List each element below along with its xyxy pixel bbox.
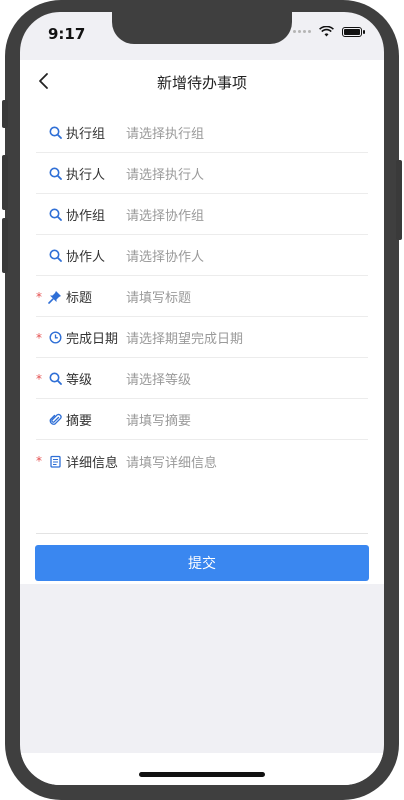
clock-icon xyxy=(48,331,62,345)
status-time: 9:17 xyxy=(48,25,86,43)
mute-switch xyxy=(2,100,8,128)
required-mark: * xyxy=(36,454,42,468)
field-collaborator[interactable]: 协作人 请选择协作人 xyxy=(36,236,368,276)
nav-bar: 新增待办事项 xyxy=(20,60,384,102)
pin-icon xyxy=(48,290,62,304)
volume-up-button xyxy=(2,155,8,210)
volume-down-button xyxy=(2,218,8,273)
wifi-icon xyxy=(319,26,334,37)
field-details[interactable]: * 详细信息 请填写详细信息 xyxy=(36,441,368,481)
field-placeholder: 请选择等级 xyxy=(126,373,192,388)
field-label: 执行人 xyxy=(66,168,106,183)
field-placeholder: 请选择协作组 xyxy=(126,209,205,224)
search-icon xyxy=(48,208,62,222)
status-icons xyxy=(293,26,365,37)
field-label: 详细信息 xyxy=(66,455,119,471)
required-mark: * xyxy=(36,290,42,304)
screen: 9:17 新增待办事项 执行组 请选择执行组 执行人 请选择执行人 协作组 请选… xyxy=(20,12,384,785)
field-collab-group[interactable]: 协作组 请选择协作组 xyxy=(36,195,368,235)
field-level[interactable]: * 等级 请选择等级 xyxy=(36,359,368,399)
field-label-wrap: 等级 xyxy=(48,369,92,388)
field-label: 协作组 xyxy=(66,209,106,224)
home-indicator xyxy=(139,772,265,777)
field-summary[interactable]: 摘要 请填写摘要 xyxy=(36,400,368,440)
signal-icon xyxy=(293,30,311,33)
search-icon xyxy=(48,126,62,140)
field-label-wrap: 执行组 xyxy=(48,123,105,142)
field-placeholder: 请选择执行组 xyxy=(126,127,205,142)
field-placeholder: 请选择协作人 xyxy=(126,250,205,265)
field-placeholder: 请填写标题 xyxy=(126,291,192,306)
field-label-wrap: 协作组 xyxy=(48,205,105,224)
field-title[interactable]: * 标题 请填写标题 xyxy=(36,277,368,317)
search-icon xyxy=(48,167,62,181)
required-mark: * xyxy=(36,372,42,386)
power-button xyxy=(396,160,402,240)
search-icon xyxy=(48,249,62,263)
field-label-wrap: 标题 xyxy=(48,287,92,306)
todo-form: 执行组 请选择执行组 执行人 请选择执行人 协作组 请选择协作组 协作人 请选择… xyxy=(20,102,384,584)
field-label-wrap: 完成日期 xyxy=(48,328,118,347)
battery-icon xyxy=(342,26,365,37)
field-exec-group[interactable]: 执行组 请选择执行组 xyxy=(36,113,368,153)
field-label-wrap: 执行人 xyxy=(48,164,105,183)
required-mark: * xyxy=(36,331,42,345)
field-label: 执行组 xyxy=(66,127,106,142)
field-label: 协作人 xyxy=(66,250,106,265)
field-label: 标题 xyxy=(66,291,93,306)
submit-button[interactable]: 提交 xyxy=(35,545,369,581)
page-title: 新增待办事项 xyxy=(156,74,247,92)
field-executor[interactable]: 执行人 请选择执行人 xyxy=(36,154,368,194)
field-placeholder: 请选择期望完成日期 xyxy=(126,332,244,347)
field-label-wrap: 摘要 xyxy=(48,410,92,429)
field-due-date[interactable]: * 完成日期 请选择期望完成日期 xyxy=(36,318,368,358)
search-icon xyxy=(48,372,62,386)
field-placeholder: 请填写详细信息 xyxy=(126,455,218,471)
field-placeholder: 请填写摘要 xyxy=(126,414,192,429)
field-placeholder: 请选择执行人 xyxy=(126,168,205,183)
field-label: 完成日期 xyxy=(66,332,119,347)
field-label-wrap: 协作人 xyxy=(48,246,105,265)
paperclip-icon xyxy=(48,413,62,427)
field-label: 等级 xyxy=(66,373,93,388)
divider xyxy=(36,533,368,534)
bottom-safe-area xyxy=(20,753,384,785)
field-label-wrap: 详细信息 xyxy=(48,452,118,471)
field-label: 摘要 xyxy=(66,414,93,429)
notepad-icon xyxy=(48,454,62,468)
notch xyxy=(112,12,292,44)
